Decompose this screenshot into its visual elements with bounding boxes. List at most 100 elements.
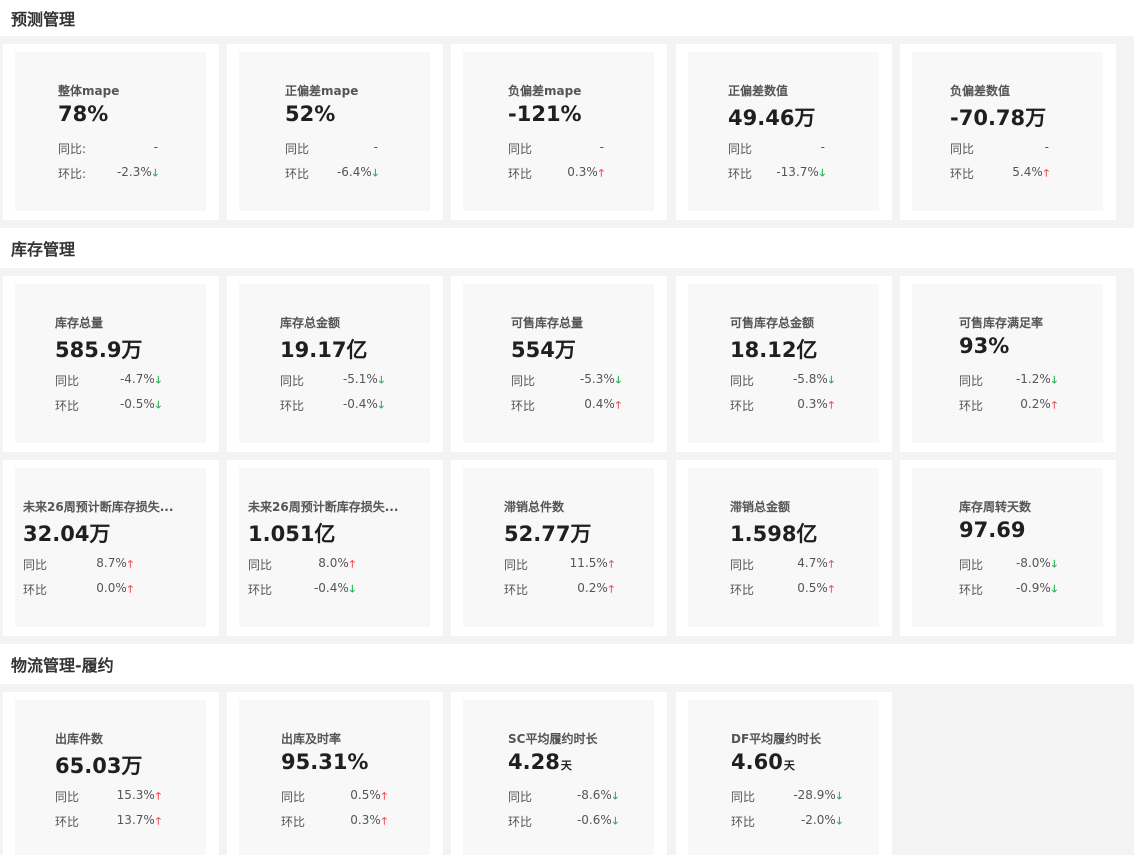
arrow-down-icon: 🡓 [378,375,384,386]
kpi-card[interactable]: 正偏差mape 52% 同比 - 环比 -6.4%🡓 [239,52,430,211]
kpi-card[interactable]: 可售库存总量 554万 同比 -5.3%🡓 环比 0.4%🡑 [463,284,654,443]
kpi-card[interactable]: DF平均履约时长 4.60天 同比 -28.9%🡓 环比 -2.0%🡓 [688,700,879,855]
kpi-value-unit: 天 [560,759,572,772]
arrow-up-icon: 🡑 [349,559,355,570]
mom-row: 环比 -0.4%🡓 [280,397,384,413]
kpi-value: 65.03万 [55,750,143,780]
mom-row: 环比 -6.4%🡓 [285,165,378,181]
yoy-label: 同比 [731,790,756,804]
mom-value: -0.4%🡓 [314,581,355,599]
mom-value-text: 0.2% [577,581,608,595]
kpi-card[interactable]: 负偏差mape -121% 同比 - 环比 0.3%🡑 [463,52,654,211]
mom-label: 环比 [959,583,984,597]
kpi-card[interactable]: 出库及时率 95.31% 同比 0.5%🡑 环比 0.3%🡑 [239,700,430,855]
mom-value: -0.6%🡓 [577,813,618,831]
section-logistics-header: 物流管理-履约 [0,644,1134,684]
kpi-value-text: 52% [285,102,336,126]
arrow-down-icon: 🡓 [155,375,161,386]
kpi-value: 78% [58,102,109,126]
kpi-card[interactable]: 正偏差数值 49.46万 同比 - 环比 -13.7%🡓 [688,52,879,211]
kpi-value-unit: 天 [783,759,795,772]
kpi-value: -70.78万 [950,102,1047,132]
kpi-card[interactable]: 可售库存总金额 18.12亿 同比 -5.8%🡓 环比 0.3%🡑 [688,284,879,443]
kpi-tile: 整体mape 78% 同比: - 环比: -2.3%🡓 [3,44,219,220]
yoy-label: 同比 [730,374,755,388]
kpi-title: 正偏差mape [285,84,359,98]
yoy-value-text: 4.7% [797,556,828,570]
arrow-down-icon: 🡓 [615,375,621,386]
mom-row: 环比 -0.5%🡓 [55,397,161,413]
mom-value-text: 5.4% [1012,165,1043,179]
mom-label: 环比 [511,399,536,413]
yoy-value-text: -5.8% [792,372,828,386]
mom-label: 环比 [285,167,310,181]
mom-label: 环比 [281,815,306,829]
yoy-row: 同比 -8.0%🡓 [959,556,1057,572]
kpi-card[interactable]: 出库件数 65.03万 同比 15.3%🡑 环比 13.7%🡑 [15,700,206,855]
kpi-card[interactable]: 滞销总金额 1.598亿 同比 4.7%🡑 环比 0.5%🡑 [688,468,879,627]
kpi-card[interactable]: 未来26周预计断库存损失... 1.051亿 同比 8.0%🡑 环比 -0.4%… [239,468,430,627]
mom-label: 环比 [55,815,80,829]
kpi-card[interactable]: SC平均履约时长 4.28天 同比 -8.6%🡓 环比 -0.6%🡓 [463,700,654,855]
mom-row: 环比 -0.6%🡓 [508,813,618,829]
kpi-card[interactable]: 可售库存满足率 93% 同比 -1.2%🡓 环比 0.2%🡑 [912,284,1103,443]
yoy-value: -5.1%🡓 [343,372,384,390]
yoy-value-text: 11.5% [569,556,608,570]
yoy-label: 同比: [58,142,87,156]
yoy-value: 0.5%🡑 [350,788,387,806]
kpi-card[interactable]: 库存周转天数 97.69 同比 -8.0%🡓 环比 -0.9%🡓 [912,468,1103,627]
mom-value: -0.9%🡓 [1016,581,1057,599]
kpi-card[interactable]: 负偏差数值 -70.78万 同比 - 环比 5.4%🡑 [912,52,1103,211]
yoy-row: 同比 -5.1%🡓 [280,372,384,388]
kpi-title: 可售库存总量 [511,316,584,330]
kpi-card[interactable]: 库存总量 585.9万 同比 -4.7%🡓 环比 -0.5%🡓 [15,284,206,443]
kpi-card[interactable]: 滞销总件数 52.77万 同比 11.5%🡑 环比 0.2%🡑 [463,468,654,627]
kpi-tile: 可售库存满足率 93% 同比 -1.2%🡓 环比 0.2%🡑 [900,276,1116,452]
arrow-down-icon: 🡓 [836,791,842,802]
yoy-label: 同比 [511,374,536,388]
yoy-label: 同比 [950,142,975,156]
section-title: 预测管理 [11,10,76,29]
kpi-tile: 库存总金额 19.17亿 同比 -5.1%🡓 环比 -0.4%🡓 [227,276,443,452]
arrow-down-icon: 🡓 [152,168,158,179]
yoy-value: - [374,140,378,154]
yoy-value: -1.2%🡓 [1016,372,1057,390]
kpi-card[interactable]: 未来26周预计断库存损失... 32.04万 同比 8.7%🡑 环比 0.0%🡑 [15,468,206,627]
mom-value-text: 13.7% [116,813,155,827]
kpi-card[interactable]: 整体mape 78% 同比: - 环比: -2.3%🡓 [15,52,206,211]
arrow-down-icon: 🡓 [378,400,384,411]
mom-value: 0.3%🡑 [567,165,604,183]
kpi-tile: 可售库存总金额 18.12亿 同比 -5.8%🡓 环比 0.3%🡑 [676,276,892,452]
kpi-tile: 正偏差mape 52% 同比 - 环比 -6.4%🡓 [227,44,443,220]
mom-value-text: 0.0% [96,581,127,595]
kpi-card[interactable]: 库存总金额 19.17亿 同比 -5.1%🡓 环比 -0.4%🡓 [239,284,430,443]
arrow-down-icon: 🡓 [1051,559,1057,570]
yoy-value-text: 8.7% [96,556,127,570]
kpi-value: 4.60天 [731,750,795,774]
mom-value: -0.4%🡓 [343,397,384,415]
kpi-title: 未来26周预计断库存损失... [23,500,174,514]
arrow-down-icon: 🡓 [612,791,618,802]
arrow-up-icon: 🡑 [1051,400,1057,411]
mom-value: 0.3%🡑 [797,397,834,415]
kpi-value: 52.77万 [504,518,592,548]
yoy-row: 同比: - [58,140,158,156]
yoy-value: -5.3%🡓 [580,372,621,390]
arrow-down-icon: 🡓 [155,400,161,411]
arrow-up-icon: 🡑 [608,584,614,595]
yoy-value-text: -5.3% [579,372,615,386]
yoy-value: 15.3%🡑 [117,788,161,806]
yoy-label: 同比 [504,558,529,572]
section-forecast-header: 预测管理 [0,0,1134,36]
mom-value-text: 0.3% [350,813,381,827]
arrow-up-icon: 🡑 [828,400,834,411]
mom-row: 环比 5.4%🡑 [950,165,1049,181]
kpi-value-text: 19.17亿 [280,338,368,362]
mom-value-text: -2.3% [116,165,152,179]
yoy-row: 同比 - [285,140,378,156]
yoy-value-text: -1.2% [1015,372,1051,386]
kpi-value: 52% [285,102,336,126]
kpi-value: 93% [959,334,1010,358]
yoy-label: 同比 [248,558,273,572]
kpi-value: 1.051亿 [248,518,336,548]
